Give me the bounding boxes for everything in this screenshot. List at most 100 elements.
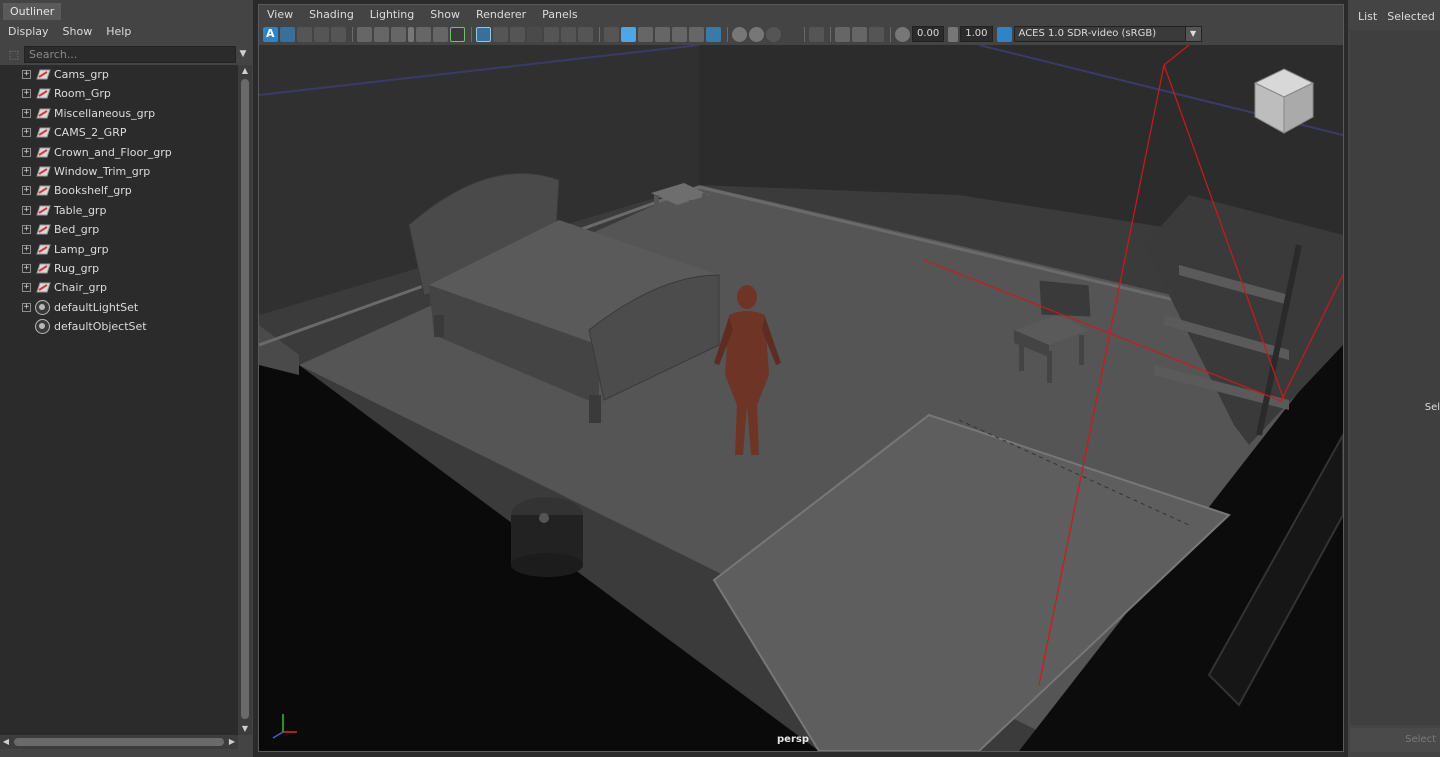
chevron-down-icon[interactable]: ▼ [1184,27,1201,41]
outliner-search-input[interactable]: Search... [24,46,236,63]
edit-icon[interactable] [450,26,465,42]
gamma-field[interactable]: 1.00 [960,26,993,42]
select-button[interactable]: Select [1350,728,1440,752]
menu-shading[interactable]: Shading [309,8,354,21]
3d-viewport[interactable]: persp [259,45,1343,751]
tab-list[interactable]: List [1358,10,1377,23]
bookmark-icon[interactable] [408,26,414,42]
camera-attributes-icon[interactable] [280,26,295,42]
outliner-item[interactable]: + Window_Trim_grp [0,162,238,181]
use-default-material-icon[interactable] [638,26,653,42]
motion-trail-icon[interactable] [433,26,448,42]
outliner-vertical-scrollbar[interactable]: ▲ ▼ [238,65,252,735]
color-transform-dropdown[interactable]: ACES 1.0 SDR-video (sRGB) ▼ [1013,26,1202,42]
menu-show[interactable]: Show [63,25,93,38]
channel-box-body: Sel [1350,30,1440,725]
film-gate-icon[interactable] [357,26,372,42]
outliner-item[interactable]: + defaultLightSet [0,298,238,317]
expand-icon[interactable]: + [22,128,31,138]
menu-help[interactable]: Help [106,25,131,38]
outliner-item[interactable]: + Lamp_grp [0,240,238,259]
safe-action-icon[interactable] [561,26,576,42]
expand-icon[interactable]: + [22,302,31,312]
outliner-item[interactable]: + Rug_grp [0,259,238,278]
outliner-item[interactable]: + CAMS_2_GRP [0,123,238,142]
multisample-aa-icon[interactable] [766,26,781,42]
transform-group-icon [36,282,51,293]
xray-joints-icon[interactable] [869,26,884,42]
expand-icon[interactable]: + [22,205,31,215]
expand-icon[interactable]: + [22,89,31,99]
outliner-item[interactable]: + Chair_grp [0,278,238,297]
field-chart-icon[interactable] [544,26,559,42]
menu-renderer[interactable]: Renderer [476,8,526,21]
outliner-item[interactable]: defaultObjectSet [0,317,238,336]
film-gate-display-icon[interactable] [493,26,508,42]
grid-icon[interactable] [476,26,491,42]
camera-name-label: persp [777,734,809,745]
expand-icon[interactable]: + [22,108,31,118]
gamma-icon[interactable] [948,26,959,42]
expand-icon[interactable]: + [22,244,31,254]
view-cube-icon[interactable] [1251,65,1317,137]
menu-view[interactable]: View [267,8,293,21]
expand-icon[interactable]: + [22,147,31,157]
outliner-item[interactable]: + Room_Grp [0,84,238,103]
gate-mask-display-icon[interactable] [527,26,542,42]
shadows-icon[interactable] [706,26,721,42]
expand-icon[interactable]: + [22,70,31,79]
isolate-select-icon[interactable] [809,26,824,42]
expand-icon[interactable]: + [22,167,31,176]
image-plane-icon[interactable] [314,26,329,42]
scrollbar-thumb[interactable] [241,79,249,719]
expand-icon[interactable]: + [22,186,31,196]
search-options-dropdown-icon[interactable]: ▼ [236,46,250,63]
two-d-pan-icon[interactable] [331,26,346,42]
outliner-item[interactable]: + Bookshelf_grp [0,181,238,200]
scroll-left-icon[interactable]: ◀ [0,735,12,749]
smooth-shade-icon[interactable] [621,26,636,42]
gate-mask-icon[interactable] [391,26,406,42]
menu-lighting[interactable]: Lighting [370,8,414,21]
xray-active-components-icon[interactable] [852,26,867,42]
outliner-item[interactable]: + Miscellaneous_grp [0,104,238,123]
safe-title-icon[interactable] [578,26,593,42]
resolution-gate-icon[interactable] [374,26,389,42]
depth-of-field-icon[interactable] [783,26,798,42]
motion-blur-icon[interactable] [749,26,764,42]
outliner-item[interactable]: + Table_grp [0,201,238,220]
wireframe-icon[interactable] [604,26,619,42]
scroll-up-icon[interactable]: ▲ [238,65,252,77]
wireframe-on-shaded-icon[interactable] [655,26,670,42]
filter-icon[interactable]: ⬚ [4,46,24,63]
menu-show[interactable]: Show [430,8,460,21]
exposure-field[interactable]: 0.00 [912,26,945,42]
screen-space-ao-icon[interactable] [732,26,747,42]
outliner-title-tab[interactable]: Outliner [3,3,62,20]
menu-panels[interactable]: Panels [542,8,577,21]
scrollbar-thumb[interactable] [14,738,224,746]
expand-icon[interactable]: + [22,264,31,273]
outliner-item[interactable]: + Crown_and_Floor_grp [0,143,238,162]
transform-group-icon [36,127,51,138]
resolution-gate-display-icon[interactable] [510,26,525,42]
transform-group-icon [36,185,51,196]
menu-display[interactable]: Display [8,25,49,38]
outliner-item[interactable]: + Bed_grp [0,220,238,239]
exposure-icon[interactable] [895,26,910,42]
color-management-icon[interactable] [996,26,1012,42]
grease-pencil-icon[interactable] [416,26,431,42]
expand-icon[interactable]: + [22,283,31,293]
xray-icon[interactable] [835,26,850,42]
tab-selected[interactable]: Selected [1387,10,1435,23]
use-all-lights-icon[interactable] [689,26,704,42]
outliner-item-label: Lamp_grp [54,242,109,256]
scroll-right-icon[interactable]: ▶ [226,735,238,749]
outliner-item[interactable]: + Cams_grp [0,65,238,84]
select-camera-icon[interactable]: A [263,26,278,42]
scroll-down-icon[interactable]: ▼ [238,723,252,735]
bookmarks-icon[interactable] [297,26,312,42]
textured-icon[interactable] [672,26,687,42]
expand-icon[interactable]: + [22,225,31,235]
outliner-horizontal-scrollbar[interactable]: ◀ ▶ [0,735,238,749]
